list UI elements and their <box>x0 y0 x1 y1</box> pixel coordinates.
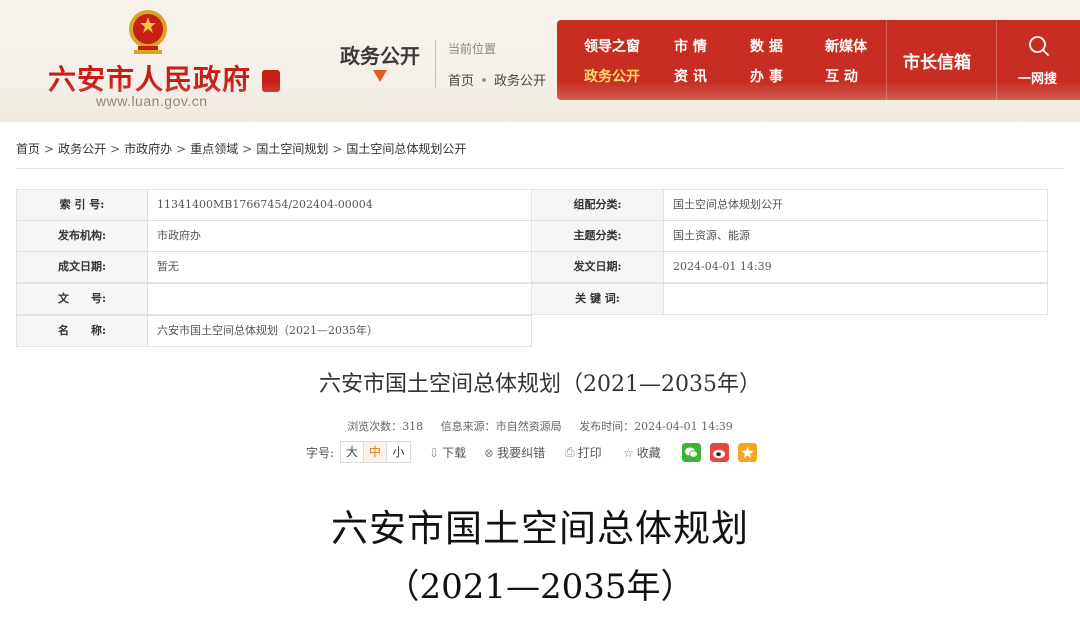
download-label: 下载 <box>442 446 467 460</box>
nav-news[interactable]: 资 讯 <box>674 66 707 86</box>
print-button[interactable]: ⎙ 打印 <box>565 444 602 461</box>
source-label: 信息来源： <box>440 420 496 433</box>
views-label: 浏览次数： <box>347 420 403 433</box>
current-position-path: 首页 政务公开 <box>448 70 546 89</box>
nav-leaders[interactable]: 领导之窗 <box>584 36 640 56</box>
breadcrumb-separator: > <box>176 142 187 156</box>
publish-time-value: 2024-04-01 14:39 <box>634 420 733 433</box>
meta-value: 市政府办 <box>147 220 532 252</box>
body-title: 六安市国土空间总体规划 <box>331 507 749 550</box>
nav-services[interactable]: 办 事 <box>750 66 783 86</box>
meta-label: 关 键 词: <box>531 283 664 315</box>
nav-data[interactable]: 数 据 <box>750 36 783 56</box>
views-count: 318 <box>402 420 424 433</box>
nav-city-info[interactable]: 市 情 <box>674 36 707 56</box>
breadcrumb-current[interactable]: 国土空间总体规划公开 <box>346 142 466 156</box>
meta-value: 六安市国土空间总体规划（2021—2035年） <box>147 315 532 347</box>
meta-label: 索 引 号: <box>16 189 148 221</box>
meta-value <box>663 283 1048 315</box>
breadcrumb-separator: > <box>110 142 121 156</box>
mayor-mailbox-link[interactable]: 市长信箱 <box>903 48 971 73</box>
breadcrumb-separator: > <box>44 142 55 156</box>
site-url[interactable]: www.luan.gov.cn <box>96 93 208 109</box>
current-position-label: 当前位置 <box>448 42 497 56</box>
source-value: 市自然资源局 <box>495 420 562 433</box>
breadcrumb-separator: > <box>242 142 253 156</box>
position-link-section[interactable]: 政务公开 <box>494 74 546 89</box>
meta-value <box>147 283 532 315</box>
font-size-switcher: 大 中 小 <box>340 441 411 463</box>
publish-time-label: 发布时间： <box>579 420 635 433</box>
report-icon: ⊗ <box>484 445 495 460</box>
favorite-star-icon[interactable] <box>738 443 757 462</box>
wechat-icon[interactable] <box>682 443 701 462</box>
meta-value: 11341400MB17667454/202404-00004 <box>147 189 532 221</box>
font-size-large[interactable]: 大 <box>341 442 364 462</box>
report-error-button[interactable]: ⊗ 我要纠错 <box>484 444 545 461</box>
meta-value: 暂无 <box>147 251 532 283</box>
meta-label: 文 号: <box>16 283 148 315</box>
printer-icon: ⎙ <box>565 445 575 459</box>
report-error-label: 我要纠错 <box>497 446 546 460</box>
section-title: 政务公开 <box>340 44 420 68</box>
search-icon[interactable] <box>1028 35 1050 57</box>
nav-grid: 领导之窗 政务公开 市 情 资 讯 数 据 办 事 新媒体 互 动 <box>557 20 887 100</box>
download-button[interactable]: ⇩ 下载 <box>429 444 466 461</box>
meta-label: 名 称: <box>16 315 148 347</box>
divider <box>16 168 1064 169</box>
body-subtitle: （2021—2035年） <box>385 567 695 607</box>
weibo-icon[interactable] <box>710 443 729 462</box>
position-link-home[interactable]: 首页 <box>448 74 474 89</box>
meta-label: 发布机构: <box>16 220 148 252</box>
meta-label: 主题分类: <box>531 220 664 252</box>
favorite-button[interactable]: ☆ 收藏 <box>623 444 661 461</box>
nav-new-media[interactable]: 新媒体 <box>825 36 867 56</box>
breadcrumb-gov-affairs[interactable]: 政务公开 <box>58 142 106 156</box>
meta-value: 国土资源、能源 <box>663 220 1048 252</box>
meta-label: 组配分类: <box>531 189 664 221</box>
national-emblem-icon <box>129 10 167 54</box>
search-label[interactable]: 一网搜 <box>1018 68 1057 87</box>
meta-label: 发文日期: <box>531 251 664 283</box>
star-outline-icon: ☆ <box>623 445 634 460</box>
nav-divider <box>886 20 887 100</box>
site-name[interactable]: 六安市人民政府 <box>48 58 251 98</box>
breadcrumb-separator: > <box>332 142 343 156</box>
breadcrumb: 首页 > 政务公开 > 市政府办 > 重点领域 > 国土空间规划 > 国土空间总体规划公开 <box>16 140 466 157</box>
triangle-down-icon <box>373 70 387 82</box>
font-size-small[interactable]: 小 <box>387 442 410 462</box>
download-icon: ⇩ <box>429 445 440 460</box>
dot-separator <box>482 78 487 82</box>
breadcrumb-key-areas[interactable]: 重点领域 <box>190 142 238 156</box>
divider <box>435 40 436 88</box>
font-size-label: 字号: <box>306 446 335 460</box>
document-title: 六安市国土空间总体规划（2021—2035年） <box>319 372 761 397</box>
breadcrumb-home[interactable]: 首页 <box>16 142 40 156</box>
breadcrumb-city-office[interactable]: 市政府办 <box>124 142 172 156</box>
nav-interaction[interactable]: 互 动 <box>825 66 858 86</box>
breadcrumb-land-planning[interactable]: 国土空间规划 <box>256 142 328 156</box>
main-nav: 领导之窗 政务公开 市 情 资 讯 数 据 办 事 新媒体 互 动 市长信箱 一… <box>557 20 1080 100</box>
nav-divider <box>996 20 997 100</box>
meta-label: 成文日期: <box>16 251 148 283</box>
document-info: 浏览次数：318 信息来源：市自然资源局 发布时间：2024-04-01 14:… <box>0 418 1080 434</box>
nav-government-affairs[interactable]: 政务公开 <box>584 66 640 86</box>
meta-value: 2024-04-01 14:39 <box>663 251 1048 283</box>
meta-value: 国土空间总体规划公开 <box>663 189 1048 221</box>
font-size-medium[interactable]: 中 <box>364 442 387 462</box>
seal-stamp-icon <box>262 70 280 92</box>
site-header: 六安市人民政府 www.luan.gov.cn 政务公开 当前位置 首页 政务公开… <box>0 0 1080 122</box>
print-label: 打印 <box>577 446 602 460</box>
favorite-label: 收藏 <box>636 446 661 460</box>
